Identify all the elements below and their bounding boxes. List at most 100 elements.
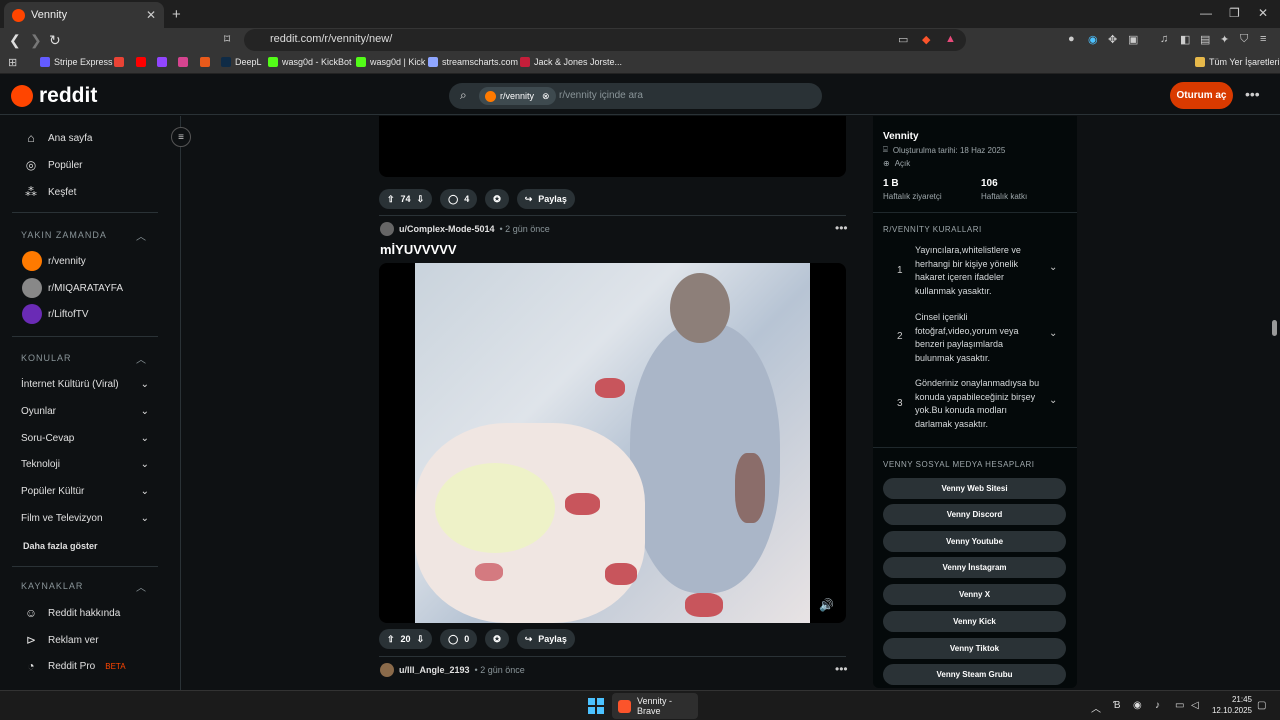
show-more-link[interactable]: Daha fazla göster (23, 541, 98, 551)
post-options-icon[interactable]: ••• (835, 221, 848, 235)
rule-2[interactable]: 2 Cinsel içerikli fotoğraf,video,yorum v… (883, 311, 1071, 366)
back-icon[interactable]: ❮ (9, 32, 21, 49)
music-icon[interactable]: ♫ (1160, 33, 1168, 45)
reload-icon[interactable]: ↻ (49, 32, 61, 49)
bookmark-icon[interactable]: ⌑ (224, 32, 230, 46)
more-options-icon[interactable]: ••• (1245, 86, 1260, 102)
tray-steam-icon[interactable]: ◉ (1133, 700, 1142, 711)
puzzle-icon[interactable]: ✥ (1108, 33, 1117, 46)
social-discord-button[interactable]: Venny Discord (883, 504, 1066, 525)
twitch-icon[interactable] (157, 57, 167, 67)
social-tiktok-button[interactable]: Venny Tiktok (883, 638, 1066, 659)
topic-tech[interactable]: Teknoloji ⌄ (21, 459, 149, 470)
social-web-button[interactable]: Venny Web Sitesi (883, 478, 1066, 499)
forward-icon[interactable]: ❯ (30, 32, 42, 49)
bookmark-jackjones[interactable]: Jack & Jones Jorste... (520, 57, 622, 67)
vpn-icon[interactable]: ⛉ (1240, 33, 1248, 46)
recent-vennity[interactable]: r/vennity (22, 251, 86, 271)
rule-1[interactable]: 1 Yayıncılara,whitelistlere ve herhangi … (883, 244, 1071, 299)
bookmark-streamscharts[interactable]: streamscharts.com (428, 57, 518, 67)
tray-app-icon[interactable]: Ɓ (1113, 700, 1121, 711)
bookmark-all[interactable]: Tüm Yer İşaretleri (1195, 57, 1280, 67)
user-avatar[interactable] (380, 663, 394, 677)
resource-advertise[interactable]: ⊳ Reklam ver (24, 633, 99, 647)
close-tab-icon[interactable]: ✕ (146, 8, 156, 22)
wallet-icon[interactable]: ▤ (1200, 33, 1210, 46)
page-scrollbar[interactable] (1272, 320, 1277, 336)
bookmark-kick[interactable]: wasg0d | Kick (356, 57, 425, 67)
microphone-icon[interactable]: ♪ (1155, 700, 1160, 711)
user-avatar[interactable] (380, 222, 394, 236)
nav-popular[interactable]: ◎ Popüler (24, 158, 83, 172)
reddit-logo[interactable]: reddit (11, 84, 97, 108)
topic-pop-culture[interactable]: Popüler Kültür ⌄ (21, 486, 149, 497)
share-button[interactable]: ↪ Paylaş (516, 629, 575, 649)
social-x-button[interactable]: Venny X (883, 584, 1066, 605)
apps-grid-icon[interactable]: ⊞ (8, 56, 17, 69)
vote-pill[interactable]: ⇧ 20 ⇩ (379, 629, 433, 649)
resource-pro[interactable]: ◔ Reddit Pro BETA (24, 659, 125, 673)
topic-games[interactable]: Oyunlar ⌄ (21, 406, 149, 417)
bookmark-deepl[interactable]: DeepL (221, 57, 262, 67)
leo-ai-icon[interactable]: ✦ (1220, 33, 1229, 46)
topic-internet-culture[interactable]: İnternet Kültürü (Viral) ⌄ (21, 379, 149, 390)
gmail-icon[interactable] (114, 57, 124, 67)
vote-pill[interactable]: ⇧ 74 ⇩ (379, 189, 433, 209)
a-site-icon[interactable] (200, 57, 210, 67)
chip-remove-icon[interactable]: ⊗ (542, 91, 550, 102)
sidebar-toggle-icon[interactable]: ◧ (1180, 33, 1190, 46)
close-window-icon[interactable]: ✕ (1258, 6, 1268, 20)
post-options-icon[interactable]: ••• (835, 662, 848, 676)
recent-liftoftv[interactable]: r/LiftofTV (22, 304, 89, 324)
nav-home[interactable]: ⌂ Ana sayfa (24, 131, 92, 145)
notification-icon[interactable]: ▢ (1257, 700, 1266, 711)
brave-shields-icon[interactable]: ◆ (922, 33, 930, 46)
youtube-icon[interactable] (136, 57, 146, 67)
screenshot-icon[interactable]: ▣ (1128, 33, 1138, 46)
chevron-up-icon[interactable]: ︿ (136, 351, 146, 366)
brave-rewards-icon[interactable]: ▲ (945, 33, 956, 45)
maps-icon[interactable] (178, 57, 188, 67)
tray-chevron-icon[interactable]: ︿ (1091, 700, 1101, 715)
share-button[interactable]: ↪ Paylaş (516, 189, 575, 209)
recent-miqaratayfa[interactable]: r/MIQARATAYFA (22, 278, 123, 298)
chevron-up-icon[interactable]: ︿ (136, 579, 146, 594)
comments-button[interactable]: ◯ 0 (440, 629, 478, 649)
post-author[interactable]: u/Complex-Mode-5014 (399, 224, 495, 234)
resource-about[interactable]: ☺ Reddit hakkında (24, 606, 120, 620)
social-kick-button[interactable]: Venny Kick (883, 611, 1066, 632)
display-icon[interactable]: ▭ (1175, 700, 1184, 711)
url-field[interactable]: reddit.com/r/vennity/new/ (244, 29, 966, 51)
post-title[interactable]: mİYUVVVVV (380, 242, 457, 257)
speaker-icon[interactable]: ◁ (1191, 700, 1199, 711)
search-bar[interactable]: ⌕ r/vennity ⊗ r/vennity içinde ara (449, 83, 822, 109)
previous-post-media[interactable] (379, 116, 846, 177)
bookmark-kickbot[interactable]: wasg0d - KickBot (268, 57, 352, 67)
volume-icon[interactable]: 🔊 (819, 598, 834, 612)
social-youtube-button[interactable]: Venny Youtube (883, 531, 1066, 552)
extension-icon[interactable]: ● (1068, 33, 1075, 45)
comments-button[interactable]: ◯ 4 (440, 189, 478, 209)
community-chip[interactable]: r/vennity ⊗ (479, 87, 556, 105)
audio-icon[interactable]: ◉ (1088, 33, 1098, 46)
windows-start-icon[interactable] (588, 698, 604, 714)
cast-icon[interactable]: ▭ (898, 33, 908, 46)
menu-icon[interactable]: ≡ (1260, 33, 1266, 45)
bookmark-stripe[interactable]: Stripe Express (40, 57, 113, 67)
chevron-up-icon[interactable]: ︿ (136, 228, 146, 243)
collapse-sidebar-button[interactable]: ≡ (171, 127, 191, 147)
maximize-icon[interactable]: ❐ (1229, 6, 1240, 20)
browser-tab[interactable]: Vennity ✕ (4, 2, 164, 28)
topic-film-tv[interactable]: Film ve Televizyon ⌄ (21, 513, 149, 524)
social-instagram-button[interactable]: Venny İnstagram (883, 557, 1066, 578)
social-steam-button[interactable]: Venny Steam Grubu (883, 664, 1066, 685)
rule-3[interactable]: 3 Gönderiniz onaylanmadıysa bu konuda ya… (883, 377, 1071, 432)
nav-explore[interactable]: ⁂ Keşfet (24, 185, 76, 199)
clock[interactable]: 21:45 12.10.2025 (1210, 694, 1252, 716)
taskbar-brave-app[interactable]: Vennity - Brave (612, 693, 698, 719)
award-button[interactable]: ✪ (485, 629, 509, 649)
login-button[interactable]: Oturum aç (1170, 82, 1233, 109)
post-author[interactable]: u/Ill_Angle_2193 (399, 665, 470, 675)
topic-qa[interactable]: Soru-Cevap ⌄ (21, 433, 149, 444)
minimize-icon[interactable]: — (1200, 6, 1212, 20)
